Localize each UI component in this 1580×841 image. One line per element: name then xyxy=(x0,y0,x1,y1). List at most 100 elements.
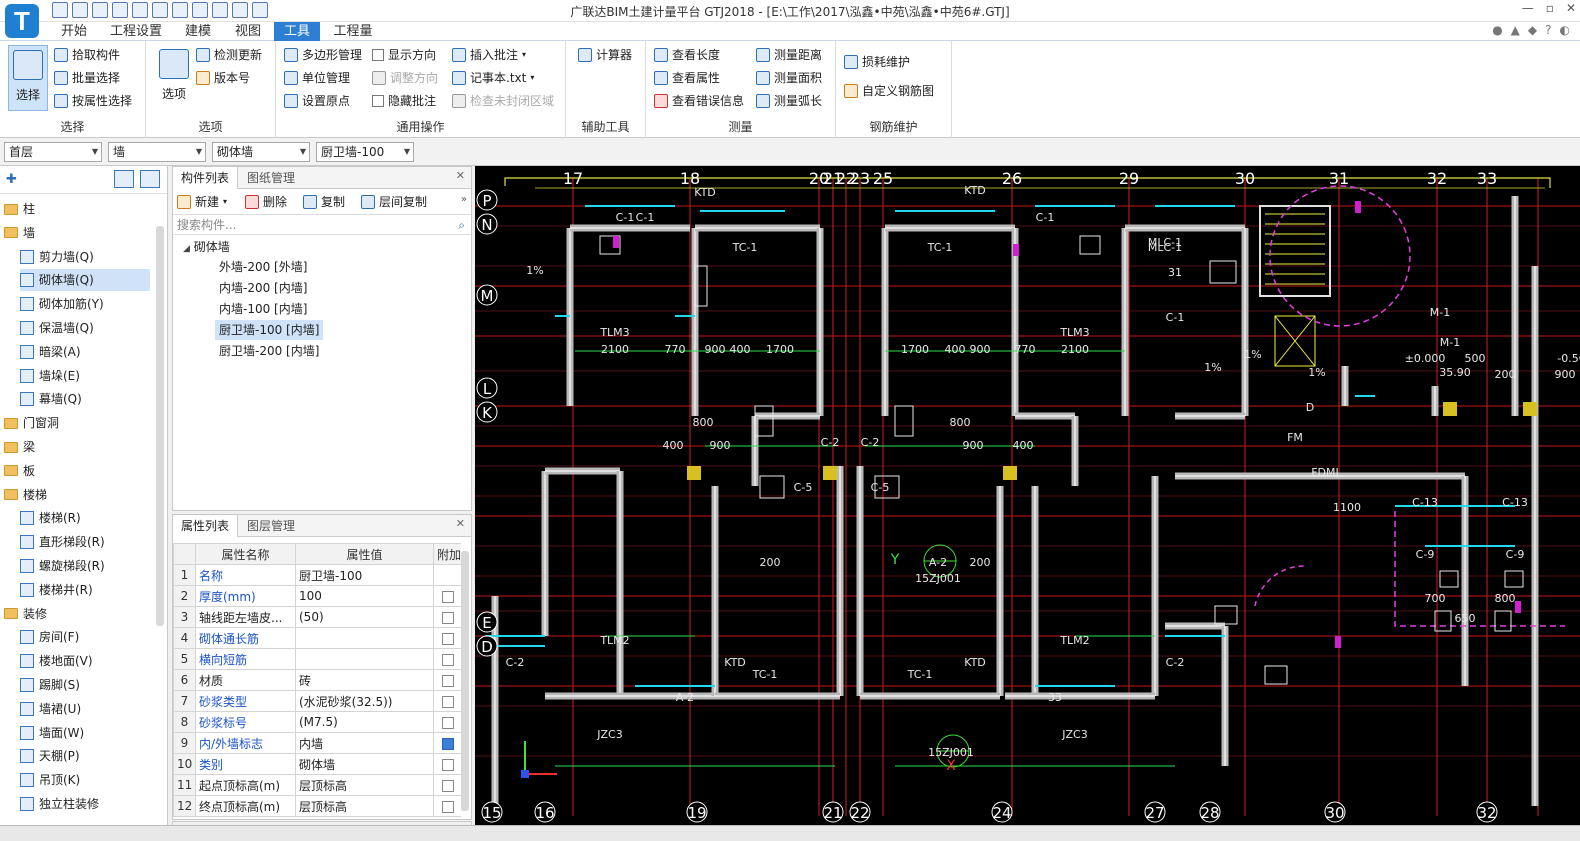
minimize-button[interactable]: — xyxy=(1522,1,1534,15)
options-button[interactable]: 选项 xyxy=(154,45,194,111)
property-row[interactable]: 5 横向短筋 xyxy=(173,648,461,670)
grid-view-icon[interactable] xyxy=(140,170,160,188)
property-row[interactable]: 2 厚度(mm) 100 xyxy=(173,585,461,607)
tree-item[interactable]: 螺旋梯段(R) xyxy=(20,555,150,577)
floor-dropdown[interactable]: 首层 ▼ xyxy=(4,142,102,162)
tree-item[interactable]: 天棚(P) xyxy=(20,745,150,767)
property-value[interactable]: 厨卫墙-100 xyxy=(295,564,434,586)
property-row[interactable]: 11 起点顶标高(m) 层顶标高 xyxy=(173,774,461,796)
measure-area-button[interactable]: 测量面积 xyxy=(756,68,822,88)
quick-access-4-icon[interactable] xyxy=(112,2,128,18)
property-value[interactable]: 砖 xyxy=(295,669,434,691)
property-value[interactable]: 砌体墙 xyxy=(295,753,434,775)
extra-checkbox[interactable] xyxy=(441,758,454,771)
property-row[interactable]: 8 砂浆标号 (M7.5) xyxy=(173,711,461,733)
show-direction-checkbox[interactable]: 显示方向 xyxy=(372,45,436,65)
view-attribute-button[interactable]: 查看属性 xyxy=(654,68,720,88)
tree-item[interactable]: 幕墙(Q) xyxy=(20,388,150,410)
property-value[interactable] xyxy=(295,627,434,649)
view-length-button[interactable]: 查看长度 xyxy=(654,45,720,65)
chat-icon[interactable]: ◆ xyxy=(1528,23,1537,37)
version-button[interactable]: 版本号 xyxy=(196,68,250,88)
measure-distance-button[interactable]: 测量距离 xyxy=(756,45,822,65)
extra-checkbox[interactable] xyxy=(441,716,454,729)
property-row[interactable]: 10 类别 砌体墙 xyxy=(173,753,461,775)
property-value[interactable]: 层顶标高 xyxy=(295,774,434,796)
tree-item[interactable]: 楼地面(V) xyxy=(20,650,150,672)
calculator-button[interactable]: 计算器 xyxy=(578,45,632,65)
quick-access-10-icon[interactable] xyxy=(232,2,248,18)
check-update-button[interactable]: 检测更新 xyxy=(196,45,262,65)
tab-property-list[interactable]: 属性列表 xyxy=(173,515,239,537)
tree-item[interactable]: 墙 xyxy=(4,222,152,244)
view-error-button[interactable]: 查看错误信息 xyxy=(654,91,744,111)
property-value[interactable]: 100 xyxy=(295,585,434,607)
tab-layer-manage[interactable]: 图层管理 xyxy=(239,515,303,537)
quick-access-7-icon[interactable] xyxy=(172,2,188,18)
extra-checkbox[interactable] xyxy=(441,695,454,708)
tree-item[interactable]: 楼梯(R) xyxy=(20,507,150,529)
loss-maintenance-button[interactable]: 损耗维护 xyxy=(844,52,910,72)
tab-quantity[interactable]: 工程量 xyxy=(326,22,380,41)
tree-item[interactable]: 砌体加筋(Y) xyxy=(20,293,150,315)
user-icon[interactable]: ● xyxy=(1492,23,1502,37)
custom-rebar-button[interactable]: 自定义钢筋图 xyxy=(844,81,934,101)
expand-icon[interactable]: ◢ xyxy=(183,244,190,254)
tree-item[interactable]: 踢脚(S) xyxy=(20,674,150,696)
property-value[interactable]: (50) xyxy=(295,606,434,628)
property-row[interactable]: 9 内/外墙标志 内墙 xyxy=(173,732,461,754)
tree-item[interactable]: 楼梯井(R) xyxy=(20,579,150,601)
tree-scrollbar[interactable] xyxy=(156,226,164,626)
measure-arc-button[interactable]: 测量弧长 xyxy=(756,91,822,111)
tree-item[interactable]: 保温墙(Q) xyxy=(20,317,150,339)
tree-item[interactable]: 装修 xyxy=(4,603,152,625)
tree-item[interactable]: 柱 xyxy=(4,198,152,220)
cad-drawing[interactable]: 17 18 20212223 25 26 29 30 31 32 3315 16 19 21 22 24 27… xyxy=(475,166,1580,825)
notepad-button[interactable]: 记事本.txt ▾ xyxy=(452,68,534,88)
property-value[interactable]: 层顶标高 xyxy=(295,795,434,817)
extra-checkbox[interactable] xyxy=(441,737,454,750)
copy-between-floors-button[interactable]: 层间复制 xyxy=(361,192,427,212)
tree-item[interactable]: 门窗洞 xyxy=(4,412,152,434)
tab-start[interactable]: 开始 xyxy=(52,22,96,41)
component-item[interactable]: 厨卫墙-100 [内墙] xyxy=(215,320,324,340)
extra-checkbox[interactable] xyxy=(441,653,454,666)
app-logo[interactable]: T xyxy=(5,4,39,38)
adjust-direction-button[interactable]: 调整方向 xyxy=(372,68,438,88)
drawing-canvas[interactable]: 17 18 20 21 22 23 25 26 29 30 31 32 33 15 16 19 21 22 24 27… xyxy=(475,166,1580,825)
search-icon[interactable]: ⌕ xyxy=(458,215,465,235)
type-dropdown[interactable]: 砌体墙 ▼ xyxy=(212,142,310,162)
restore-button[interactable]: ▫ xyxy=(1546,1,1554,15)
property-row[interactable]: 6 材质砖 xyxy=(173,669,461,691)
category-dropdown[interactable]: 墙 ▼ xyxy=(108,142,206,162)
property-row[interactable]: 4 砌体通长筋 xyxy=(173,627,461,649)
tree-item[interactable]: 楼梯 xyxy=(4,484,152,506)
list-view-icon[interactable] xyxy=(114,170,134,188)
component-item[interactable]: 厨卫墙-200 [内墙] xyxy=(215,341,323,361)
tab-view[interactable]: 视图 xyxy=(226,22,270,41)
quick-access-8-icon[interactable] xyxy=(192,2,208,18)
tab-tools[interactable]: 工具 xyxy=(274,22,320,41)
quick-access-2-icon[interactable] xyxy=(72,2,88,18)
tree-item[interactable]: 剪力墙(Q) xyxy=(20,246,150,268)
property-value[interactable] xyxy=(295,648,434,670)
quick-access-9-icon[interactable] xyxy=(212,2,228,18)
unit-manage-button[interactable]: 单位管理 xyxy=(284,68,350,88)
tree-item[interactable]: 房间(F) xyxy=(20,626,150,648)
help-icon[interactable]: ? xyxy=(1545,23,1551,37)
polygon-manage-button[interactable]: 多边形管理 xyxy=(284,45,362,65)
tree-item[interactable]: 板 xyxy=(4,460,152,482)
set-origin-button[interactable]: 设置原点 xyxy=(284,91,350,111)
property-value[interactable]: 内墙 xyxy=(295,732,434,754)
quick-access-5-icon[interactable] xyxy=(132,2,148,18)
delete-component-button[interactable]: 删除 xyxy=(245,192,287,212)
component-item[interactable]: 外墙-200 [外墙] xyxy=(215,257,311,277)
tree-item[interactable]: 吊顶(K) xyxy=(20,769,150,791)
property-scrollbar[interactable] xyxy=(461,551,469,811)
extra-checkbox[interactable] xyxy=(441,632,454,645)
tree-item[interactable]: 暗梁(A) xyxy=(20,341,150,363)
extra-checkbox[interactable] xyxy=(441,800,454,813)
extra-checkbox[interactable] xyxy=(441,779,454,792)
select-by-attribute-button[interactable]: 按属性选择 xyxy=(54,91,132,111)
property-row[interactable]: 3 轴线距左墙皮... (50) xyxy=(173,606,461,628)
